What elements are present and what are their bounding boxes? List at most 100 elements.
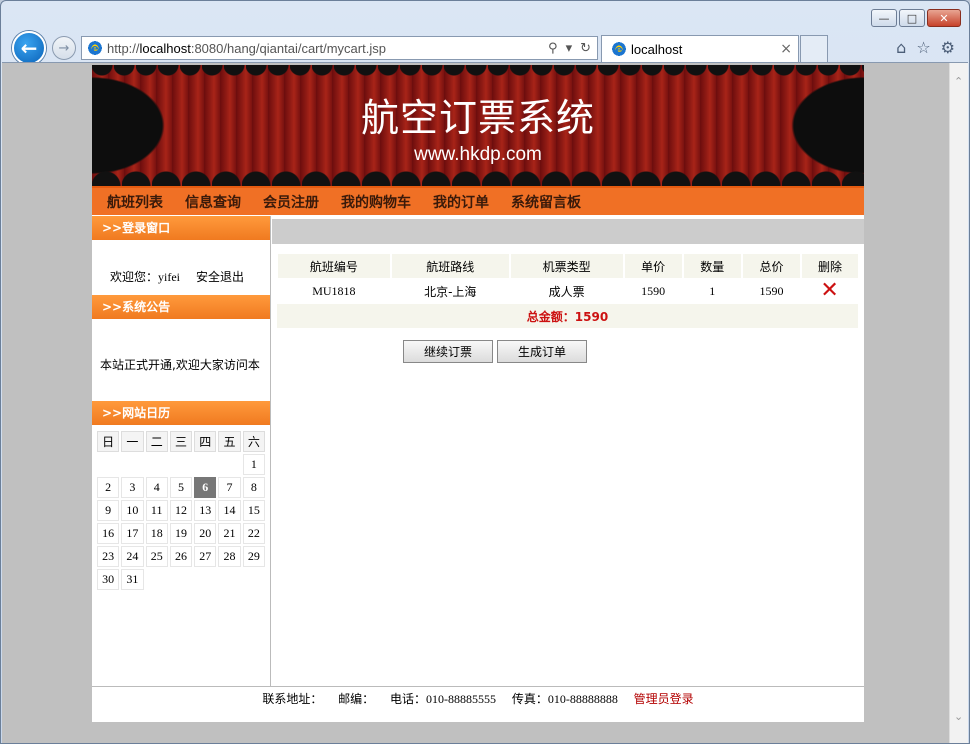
home-icon[interactable]: ⌂	[896, 38, 906, 57]
url-text[interactable]: http://localhost:8080/hang/qiantai/cart/…	[107, 41, 548, 56]
url-prefix: http://	[107, 40, 140, 56]
delete-x-icon[interactable]: ✕	[820, 278, 838, 303]
calendar-day[interactable]: 16	[97, 523, 120, 544]
col-ticket-type: 机票类型	[508, 254, 624, 278]
favorites-star-icon[interactable]: ☆	[916, 38, 930, 57]
site-subtitle: www.hkdp.com	[414, 144, 542, 165]
notice-text: 本站正式开通,欢迎大家访问本	[100, 358, 260, 372]
close-icon[interactable]: ✕	[927, 9, 961, 27]
calendar-day[interactable]: 2	[97, 477, 120, 498]
scroll-up-icon[interactable]: ⌃	[954, 75, 963, 88]
calendar-day[interactable]: 11	[145, 500, 168, 521]
calendar-day[interactable]: 18	[145, 523, 168, 544]
calendar-day[interactable]: 19	[169, 523, 193, 544]
calendar-heading: >>网站日历	[92, 401, 270, 425]
cart-actions: 继续订票 生成订单	[403, 340, 864, 363]
calendar-day[interactable]: 27	[194, 546, 217, 567]
col-delete: 删除	[800, 254, 858, 278]
site-banner: 航空订票系统 www.hkdp.com	[92, 65, 864, 186]
admin-login-link[interactable]: 管理员登录	[634, 692, 694, 706]
calendar-day[interactable]: 5	[169, 477, 193, 498]
calendar-empty-cell	[97, 454, 119, 475]
calendar-day[interactable]: 7	[218, 477, 241, 498]
nav-my-cart[interactable]: 我的购物车	[341, 192, 411, 212]
table-row: MU1818 北京-上海 成人票 1590 1 1590 ✕	[277, 278, 858, 304]
welcome-text: 欢迎您：yifei	[110, 268, 180, 295]
scroll-down-icon[interactable]: ⌄	[954, 710, 963, 723]
nav-flight-list[interactable]: 航班列表	[107, 192, 163, 212]
nav-message-board[interactable]: 系统留言板	[511, 192, 581, 212]
minimize-icon[interactable]: —	[871, 9, 897, 27]
nav-my-orders[interactable]: 我的订单	[433, 192, 489, 212]
calendar-day[interactable]: 20	[194, 523, 217, 544]
new-tab-button[interactable]	[800, 35, 828, 62]
col-total: 总价	[740, 254, 802, 278]
calendar-week-row: 9 10 11 12 13 14 15	[97, 500, 265, 521]
main-header-bar	[272, 219, 864, 244]
calendar-day[interactable]: 28	[218, 546, 241, 567]
calendar-day[interactable]: 24	[121, 546, 144, 567]
cart-table: 航班编号 航班路线 机票类型 单价 数量 总价 删除 MU1818 北京-上海	[276, 254, 858, 328]
dropdown-icon[interactable]: ▾	[566, 41, 573, 56]
page-viewport: ⌃ ⌄ 航空订票系统 www.hkdp.com 航班列表 信息查询 会员注册 我…	[2, 62, 968, 743]
calendar-day[interactable]: 31	[121, 569, 144, 590]
weekday-thu: 四	[194, 431, 217, 452]
web-page: 航空订票系统 www.hkdp.com 航班列表 信息查询 会员注册 我的购物车…	[92, 65, 864, 722]
cell-delete: ✕	[801, 278, 858, 304]
settings-gear-icon[interactable]: ⚙	[941, 38, 955, 57]
create-order-button[interactable]: 生成订单	[497, 340, 587, 363]
calendar-day[interactable]: 6	[194, 477, 217, 498]
notice-box: 本站正式开通,欢迎大家访问本	[92, 319, 270, 401]
calendar-day[interactable]: 1	[242, 454, 265, 475]
calendar-day[interactable]: 4	[145, 477, 168, 498]
cell-total: 1590	[759, 283, 784, 298]
calendar-day[interactable]: 25	[145, 546, 168, 567]
nav-register[interactable]: 会员注册	[263, 192, 319, 212]
back-arrow-icon[interactable]: ←	[12, 31, 46, 65]
search-icon[interactable]: ⚲	[548, 41, 558, 56]
calendar-day[interactable]: 22	[242, 523, 265, 544]
calendar-day[interactable]: 9	[97, 500, 120, 521]
calendar-empty-cell	[218, 569, 240, 590]
calendar-day[interactable]: 17	[121, 523, 144, 544]
calendar-empty-cell	[170, 569, 192, 590]
cell-route: 北京-上海	[424, 284, 477, 299]
calendar-day[interactable]: 29	[242, 546, 265, 567]
calendar-empty-cell	[170, 454, 192, 475]
calendar-day[interactable]: 21	[218, 523, 241, 544]
calendar-day[interactable]: 14	[218, 500, 241, 521]
calendar-day[interactable]: 12	[169, 500, 193, 521]
browser-tab[interactable]: e localhost ×	[601, 35, 799, 62]
continue-booking-button[interactable]: 继续订票	[403, 340, 493, 363]
site-title: 航空订票系统	[360, 96, 595, 140]
address-actions: ⚲ ▾ ↻	[548, 41, 597, 56]
calendar-day[interactable]: 30	[97, 569, 120, 590]
weekday-fri: 五	[218, 431, 241, 452]
browser-tools: ⌂ ☆ ⚙	[896, 38, 955, 57]
calendar-day[interactable]: 26	[169, 546, 193, 567]
vertical-scrollbar[interactable]: ⌃ ⌄	[949, 63, 968, 743]
main-content: 航班编号 航班路线 机票类型 单价 数量 总价 删除 MU1818 北京-上海	[272, 216, 864, 686]
calendar-empty-cell	[121, 454, 143, 475]
maximize-icon[interactable]: □	[899, 9, 925, 27]
forward-arrow-icon[interactable]: →	[52, 36, 76, 60]
calendar-day[interactable]: 10	[121, 500, 144, 521]
calendar-day[interactable]: 3	[121, 477, 144, 498]
calendar-day[interactable]: 8	[242, 477, 265, 498]
calendar-day[interactable]: 15	[242, 500, 265, 521]
tab-close-icon[interactable]: ×	[780, 41, 792, 57]
calendar-day[interactable]: 13	[194, 500, 217, 521]
nav-info-query[interactable]: 信息查询	[185, 192, 241, 212]
refresh-icon[interactable]: ↻	[580, 41, 591, 56]
weekday-tue: 二	[145, 431, 168, 452]
calendar-week-row: 23 24 25 26 27 28 29	[97, 546, 265, 567]
address-bar[interactable]: e http://localhost:8080/hang/qiantai/car…	[81, 36, 598, 60]
logout-link[interactable]: 安全退出	[196, 268, 244, 295]
calendar-empty-cell	[194, 569, 216, 590]
weekday-sat: 六	[242, 431, 265, 452]
calendar-week-row: 1	[97, 454, 265, 475]
calendar-empty-cell	[146, 454, 168, 475]
calendar-day[interactable]: 23	[97, 546, 120, 567]
footer-fax: 传真：010-88888888	[511, 692, 618, 706]
col-quantity: 数量	[681, 254, 742, 278]
